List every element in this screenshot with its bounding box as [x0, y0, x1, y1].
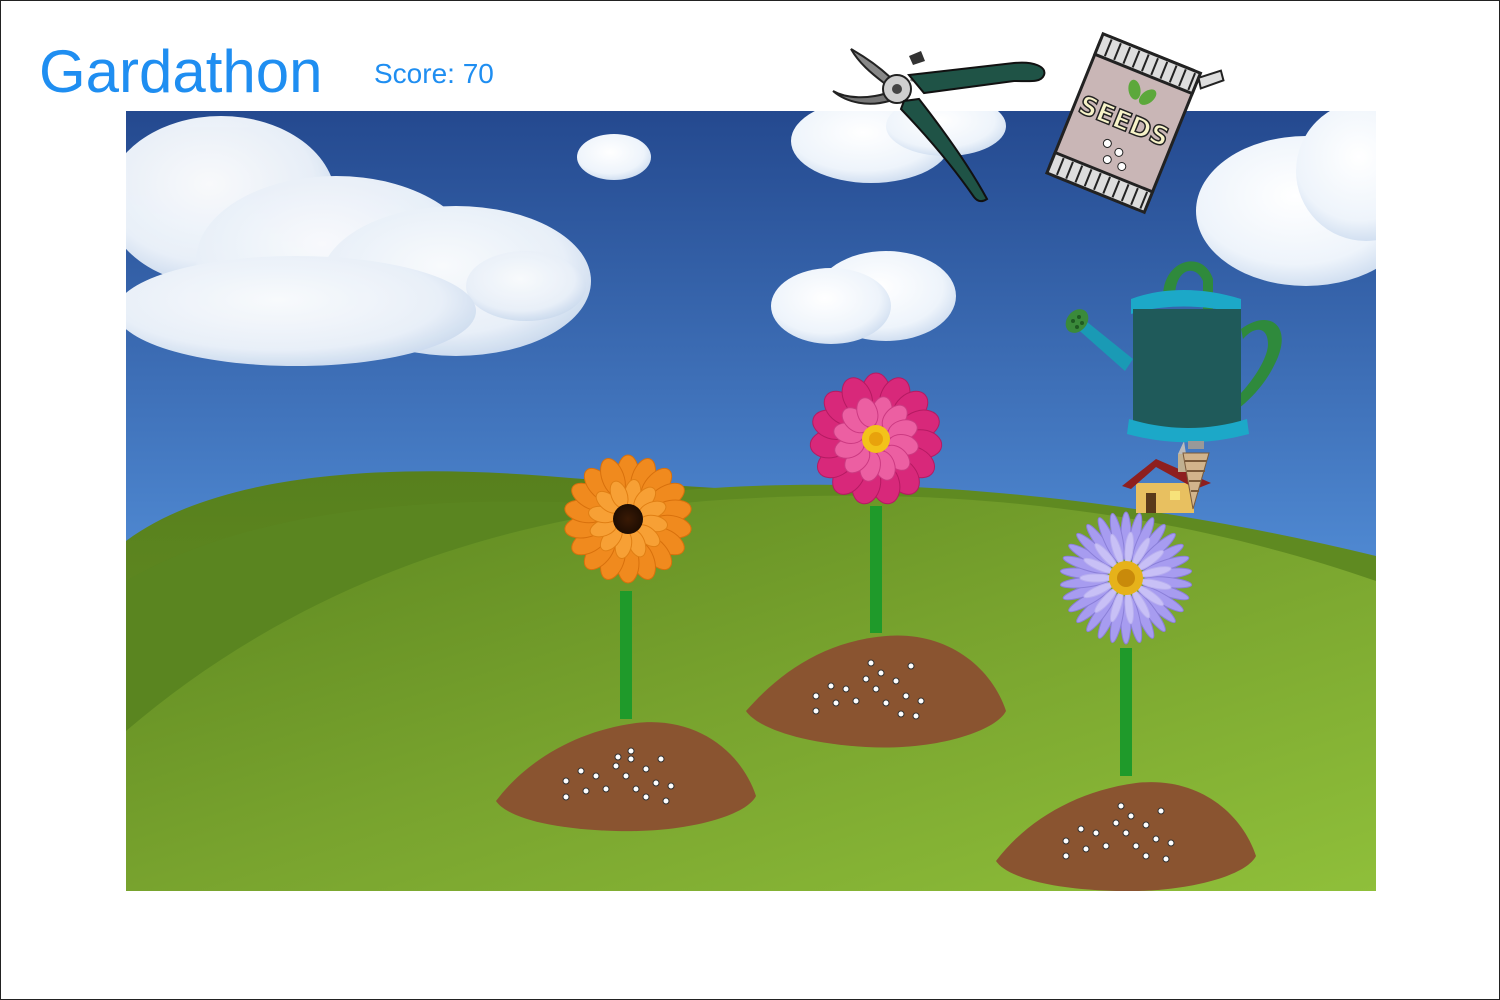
- seed-packet-icon[interactable]: SEEDS: [1026, 19, 1226, 224]
- stem-2: [870, 506, 882, 633]
- game-frame: Gardathon Score: 70 SEEDS: [0, 0, 1500, 1000]
- watering-can-icon[interactable]: [1063, 249, 1288, 519]
- cloud-small: [577, 134, 651, 180]
- score-display: Score: 70: [374, 58, 494, 89]
- stem-1: [620, 591, 632, 719]
- stem-3: [1120, 648, 1132, 776]
- pruning-shears-icon[interactable]: [829, 41, 1049, 206]
- game-title: Gardathon: [39, 38, 323, 105]
